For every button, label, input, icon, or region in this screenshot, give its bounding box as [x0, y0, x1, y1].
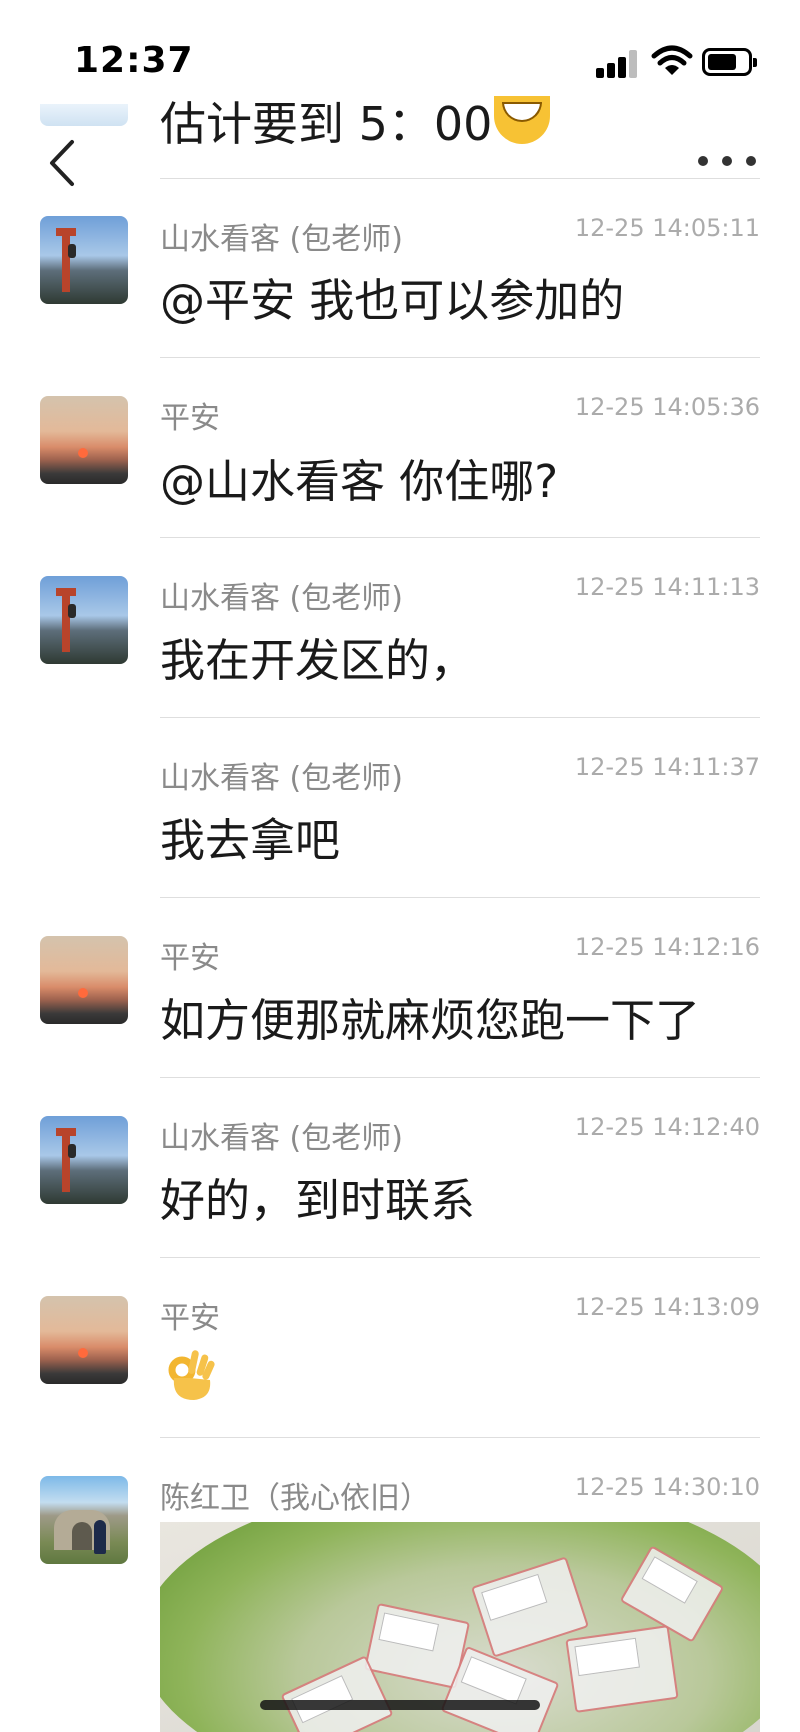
message-text: @山水看客 你住哪? [160, 455, 559, 508]
divider [160, 1437, 760, 1438]
message-time: 12-25 14:11:13 [574, 573, 760, 601]
previous-message-fragment: 估计要到 5：00 [160, 97, 493, 151]
divider [160, 537, 760, 538]
sender-name: 平安 [160, 941, 220, 976]
divider [160, 1077, 760, 1078]
battery-icon [702, 48, 757, 76]
avatar[interactable] [40, 1296, 128, 1384]
divider [160, 357, 760, 358]
message-time: 12-25 14:11:37 [574, 753, 760, 781]
avatar[interactable] [40, 216, 128, 304]
sender-name: 山水看客 (包老师) [160, 1121, 403, 1156]
sender-name: 平安 [160, 1301, 220, 1336]
message-text: 如方便那就麻烦您跑一下了 [160, 994, 701, 1047]
grinning-face-icon [494, 96, 551, 144]
chevron-left-icon[interactable] [44, 138, 80, 188]
avatar[interactable] [40, 1476, 128, 1564]
cellular-signal-icon [596, 50, 640, 78]
message-time: 12-25 14:12:16 [574, 933, 760, 961]
message-time: 12-25 14:13:09 [574, 1293, 760, 1321]
message-text: 我去拿吧 [160, 814, 341, 867]
status-time: 12:37 [74, 40, 194, 81]
sender-name: 山水看客 (包老师) [160, 761, 403, 796]
sender-name: 平安 [160, 401, 220, 436]
avatar[interactable] [40, 104, 128, 126]
avatar[interactable] [40, 576, 128, 664]
message-time: 12-25 14:05:36 [574, 393, 760, 421]
avatar[interactable] [40, 396, 128, 484]
message-time: 12-25 14:12:40 [574, 1113, 760, 1141]
previous-message-text: 估计要到 5：00 [160, 88, 551, 154]
divider [160, 178, 760, 179]
sender-name: 陈红卫（我心依旧） [160, 1481, 430, 1516]
avatar[interactable] [40, 1116, 128, 1204]
ellipsis-icon[interactable] [696, 150, 760, 172]
divider [160, 1257, 760, 1258]
message-text: @平安 我也可以参加的 [160, 274, 625, 327]
sender-name: 山水看客 (包老师) [160, 581, 403, 616]
message-time: 12-25 14:05:11 [574, 214, 760, 242]
message-text: 好的，到时联系 [160, 1174, 476, 1227]
sender-name: 山水看客 (包老师) [160, 222, 403, 257]
divider [160, 717, 760, 718]
divider [160, 897, 760, 898]
message-time: 12-25 14:30:10 [574, 1473, 760, 1501]
wifi-icon [651, 45, 693, 75]
ok-hand-icon [168, 1350, 215, 1400]
avatar[interactable] [40, 936, 128, 1024]
home-indicator [260, 1700, 540, 1710]
message-text: 我在开发区的， [160, 634, 476, 687]
